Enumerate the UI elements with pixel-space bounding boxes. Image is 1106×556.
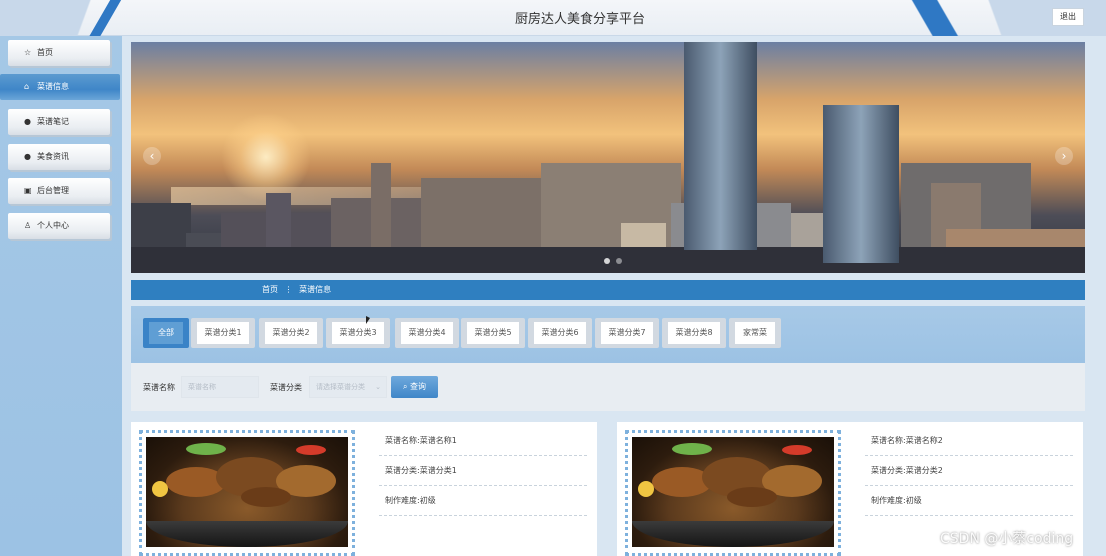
recipe-image[interactable] (146, 437, 348, 547)
sidebar-item-label: 个人中心 (37, 221, 69, 230)
breadcrumb: 首页 ⋮ 菜谱信息 (131, 280, 1085, 300)
category-tabs: 全部 菜谱分类1 菜谱分类2 菜谱分类3 菜谱分类4 菜谱分类5 菜谱分类6 菜… (131, 306, 1085, 363)
recipe-image[interactable] (632, 437, 834, 547)
carousel-prev-icon[interactable]: ‹ (143, 147, 161, 165)
recipe-card[interactable]: 菜谱名称:菜谱名称1 菜谱分类:菜谱分类1 制作难度:初级 (131, 422, 597, 556)
header-decoration-stripe-left (88, 0, 122, 36)
sidebar-item-home[interactable]: ☆ 首页 (8, 40, 110, 66)
tab-category-7[interactable]: 菜谱分类7 (595, 318, 659, 348)
question-circle-icon: ● (24, 152, 31, 161)
top-header: 厨房达人美食分享平台 退出 (0, 0, 1106, 36)
banner-skyscraper (684, 42, 757, 250)
recipe-category: 菜谱分类:菜谱分类2 (865, 456, 1073, 486)
sidebar-item-recipes[interactable]: ⌂ 菜谱信息 (0, 74, 120, 100)
tab-category-2[interactable]: 菜谱分类2 (259, 318, 323, 348)
sidebar-item-label: 菜谱信息 (37, 82, 69, 91)
watermark: CSDN @小蔡coding (940, 531, 1074, 547)
tab-category-5[interactable]: 菜谱分类5 (461, 318, 525, 348)
recipe-difficulty: 制作难度:初级 (865, 486, 1073, 516)
carousel-dot[interactable] (616, 258, 622, 264)
breadcrumb-home[interactable]: 首页 (262, 285, 278, 294)
sidebar-item-label: 菜谱笔记 (37, 117, 69, 126)
logout-button[interactable]: 退出 (1052, 8, 1084, 26)
recipe-category-select[interactable]: 请选择菜谱分类 ⌄ (309, 376, 387, 398)
tab-category-6[interactable]: 菜谱分类6 (528, 318, 592, 348)
search-button[interactable]: ⌕ 查询 (391, 376, 438, 398)
sidebar-item-label: 后台管理 (37, 186, 69, 195)
sidebar-item-food-news[interactable]: ● 美食资讯 (8, 144, 110, 170)
tab-category-3[interactable]: 菜谱分类3 (326, 318, 390, 348)
info-circle-icon: ● (24, 117, 31, 126)
search-icon: ⌕ (402, 382, 408, 391)
banner-skyscraper (823, 105, 899, 263)
tab-category-8[interactable]: 菜谱分类8 (662, 318, 726, 348)
sidebar-item-recipe-notes[interactable]: ● 菜谱笔记 (8, 109, 110, 135)
tab-home-cooking[interactable]: 家常菜 (729, 318, 781, 348)
site-title: 厨房达人美食分享平台 (514, 12, 645, 27)
mouse-cursor-icon (366, 316, 370, 324)
dashboard-icon: ▣ (24, 186, 32, 195)
carousel-dot[interactable] (604, 258, 610, 264)
recipe-name: 菜谱名称:菜谱名称2 (865, 426, 1073, 456)
breadcrumb-separator: ⋮ (284, 285, 293, 294)
recipe-category: 菜谱分类:菜谱分类1 (379, 456, 587, 486)
tab-all[interactable]: 全部 (143, 318, 189, 348)
recipe-difficulty: 制作难度:初级 (379, 486, 587, 516)
star-icon: ☆ (24, 48, 32, 57)
sidebar-item-label: 美食资讯 (37, 152, 69, 161)
tab-category-1[interactable]: 菜谱分类1 (191, 318, 255, 348)
carousel-next-icon[interactable]: › (1055, 147, 1073, 165)
sidebar-item-label: 首页 (37, 48, 53, 57)
recipe-image-frame (625, 430, 841, 556)
tab-category-4[interactable]: 菜谱分类4 (395, 318, 459, 348)
sidebar-item-admin[interactable]: ▣ 后台管理 (8, 178, 110, 204)
header-decoration-left (0, 0, 150, 36)
sidebar: ☆ 首页 ⌂ 菜谱信息 ● 菜谱笔记 ● 美食资讯 ▣ 后台管理 ♙ 个人中心 (0, 36, 122, 556)
recipe-image-frame (139, 430, 355, 556)
box-icon: ⌂ (24, 82, 30, 91)
sidebar-item-profile[interactable]: ♙ 个人中心 (8, 213, 110, 239)
banner-carousel[interactable]: ‹ › (131, 42, 1085, 273)
recipe-category-label: 菜谱分类 (270, 383, 302, 392)
user-icon: ♙ (24, 221, 32, 230)
search-panel: 菜谱名称 菜谱名称 菜谱分类 请选择菜谱分类 ⌄ ⌕ 查询 (131, 363, 1085, 411)
breadcrumb-current: 菜谱信息 (299, 285, 332, 294)
recipe-name: 菜谱名称:菜谱名称1 (379, 426, 587, 456)
recipe-name-input[interactable]: 菜谱名称 (181, 376, 259, 398)
chevron-down-icon: ⌄ (375, 383, 381, 391)
recipe-name-label: 菜谱名称 (143, 383, 175, 392)
